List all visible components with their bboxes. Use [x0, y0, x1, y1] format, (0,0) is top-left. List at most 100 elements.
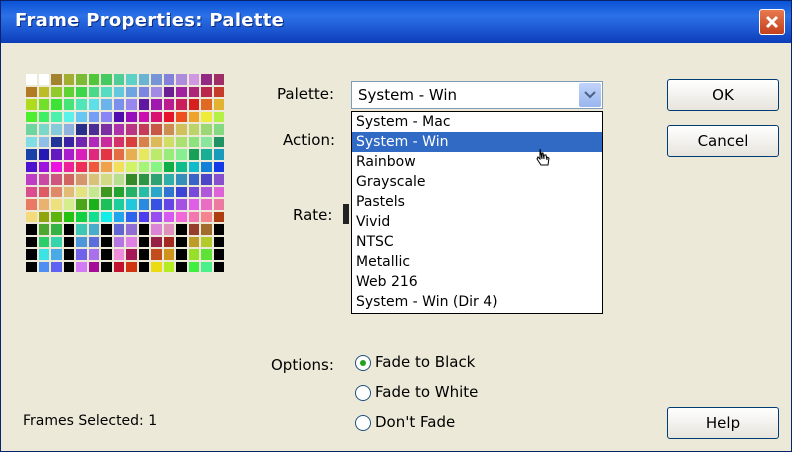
palette-swatch	[50, 235, 63, 248]
palette-swatch	[112, 123, 125, 136]
palette-swatch	[50, 135, 63, 148]
palette-option[interactable]: Web 216	[352, 272, 602, 292]
palette-swatch	[62, 123, 75, 136]
palette-swatch	[50, 185, 63, 198]
palette-swatch	[162, 235, 175, 248]
palette-swatch	[137, 98, 150, 111]
palette-swatch	[50, 260, 63, 273]
palette-swatch	[100, 210, 113, 223]
palette-swatch	[175, 173, 188, 186]
palette-swatch	[212, 85, 225, 98]
palette-swatch	[200, 260, 213, 273]
palette-swatch	[212, 98, 225, 111]
palette-swatch	[50, 85, 63, 98]
palette-option[interactable]: NTSC	[352, 232, 602, 252]
palette-swatch	[75, 148, 88, 161]
palette-option[interactable]: System - Mac	[352, 112, 602, 132]
palette-swatch	[100, 198, 113, 211]
palette-option[interactable]: Metallic	[352, 252, 602, 272]
close-button[interactable]	[759, 9, 785, 35]
palette-option[interactable]: System - Win (Dir 4)	[352, 292, 602, 312]
palette-swatch	[137, 173, 150, 186]
palette-swatch	[112, 223, 125, 236]
palette-swatch	[37, 160, 50, 173]
palette-select[interactable]: System - Win	[351, 81, 603, 109]
palette-swatch	[75, 235, 88, 248]
palette-swatch	[175, 148, 188, 161]
palette-swatch	[125, 223, 138, 236]
palette-swatch	[100, 135, 113, 148]
palette-swatch	[125, 210, 138, 223]
palette-option[interactable]: Pastels	[352, 192, 602, 212]
dropdown-arrow-button[interactable]	[579, 83, 601, 107]
palette-swatch	[62, 85, 75, 98]
palette-swatch	[75, 123, 88, 136]
palette-swatch	[62, 185, 75, 198]
palette-swatch	[187, 173, 200, 186]
palette-swatch	[150, 173, 163, 186]
palette-swatch	[212, 235, 225, 248]
palette-swatch	[212, 198, 225, 211]
palette-swatch	[100, 148, 113, 161]
palette-swatch	[112, 260, 125, 273]
palette-swatch	[112, 135, 125, 148]
palette-swatch	[25, 260, 38, 273]
palette-swatch	[162, 148, 175, 161]
palette-swatch	[137, 198, 150, 211]
palette-swatch	[50, 123, 63, 136]
palette-swatch	[87, 260, 100, 273]
palette-swatch	[150, 148, 163, 161]
palette-swatch	[200, 185, 213, 198]
frame-properties-dialog: Frame Properties: Palette Palette: Actio…	[0, 0, 792, 452]
palette-label: Palette:	[277, 85, 335, 103]
palette-swatch	[62, 160, 75, 173]
ok-button[interactable]: OK	[667, 79, 779, 111]
palette-swatch	[87, 210, 100, 223]
palette-swatch	[75, 98, 88, 111]
palette-swatch	[87, 110, 100, 123]
palette-swatch	[162, 223, 175, 236]
palette-swatch	[200, 135, 213, 148]
palette-swatch	[162, 210, 175, 223]
radio-fade-to-black[interactable]: Fade to Black	[355, 353, 515, 375]
palette-swatch	[87, 98, 100, 111]
palette-swatch	[175, 260, 188, 273]
palette-swatch	[175, 198, 188, 211]
palette-swatch	[200, 160, 213, 173]
palette-swatch	[37, 123, 50, 136]
palette-option[interactable]: Rainbow	[352, 152, 602, 172]
palette-swatch	[37, 223, 50, 236]
palette-swatch	[187, 260, 200, 273]
rate-label: Rate:	[293, 206, 333, 224]
palette-option[interactable]: Vivid	[352, 212, 602, 232]
palette-swatch	[137, 160, 150, 173]
help-button[interactable]: Help	[667, 407, 779, 439]
palette-swatch	[25, 235, 38, 248]
radio-fade-to-white[interactable]: Fade to White	[355, 383, 515, 405]
palette-swatch	[187, 110, 200, 123]
palette-swatch	[25, 185, 38, 198]
palette-option[interactable]: Grayscale	[352, 172, 602, 192]
radio-dont-fade[interactable]: Don't Fade	[355, 413, 515, 435]
palette-swatch	[50, 73, 63, 86]
palette-swatch	[187, 123, 200, 136]
palette-swatch	[137, 248, 150, 261]
palette-option-highlighted[interactable]: System - Win	[352, 132, 602, 152]
palette-swatch	[25, 248, 38, 261]
palette-swatch	[62, 148, 75, 161]
palette-preview	[25, 73, 225, 273]
cancel-button[interactable]: Cancel	[667, 125, 779, 157]
palette-swatch	[125, 185, 138, 198]
options-label: Options:	[271, 356, 334, 374]
palette-swatch	[112, 98, 125, 111]
palette-swatch	[62, 260, 75, 273]
palette-swatch	[125, 235, 138, 248]
palette-swatch	[137, 260, 150, 273]
palette-swatch	[25, 160, 38, 173]
palette-swatch	[200, 110, 213, 123]
radio-label: Fade to Black	[375, 353, 476, 371]
palette-swatch	[112, 235, 125, 248]
palette-swatch	[150, 260, 163, 273]
palette-swatch	[187, 223, 200, 236]
title-bar[interactable]: Frame Properties: Palette	[1, 1, 791, 43]
